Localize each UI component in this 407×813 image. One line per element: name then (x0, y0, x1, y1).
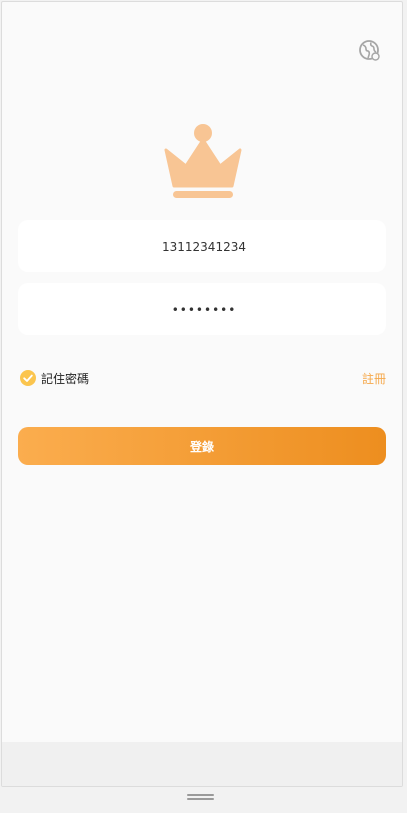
app-logo (164, 122, 242, 202)
home-indicator[interactable] (187, 794, 214, 800)
globe-icon (359, 40, 380, 61)
check-icon (20, 370, 36, 386)
password-field (18, 283, 390, 337)
login-button[interactable]: 登錄 (18, 427, 386, 465)
remember-password-checkbox[interactable]: 記住密碼 (20, 368, 89, 388)
password-input[interactable] (18, 283, 390, 337)
remember-password-label: 記住密碼 (41, 371, 90, 386)
bottom-bar (2, 742, 402, 786)
register-link[interactable]: 註冊 (362, 370, 386, 387)
language-button[interactable] (358, 39, 380, 61)
login-page: 記住密碼 註冊 登錄 (1, 1, 403, 787)
device-screen: 記住密碼 註冊 登錄 (0, 0, 407, 813)
phone-input[interactable] (18, 220, 390, 274)
crown-icon (164, 124, 242, 198)
phone-field (18, 220, 390, 274)
